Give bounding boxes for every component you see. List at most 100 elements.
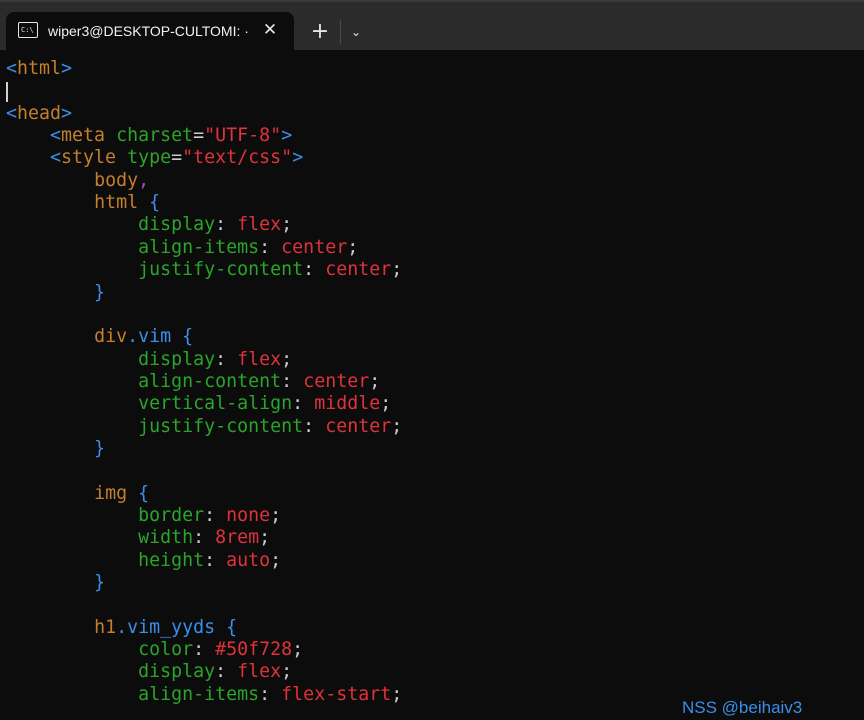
- code-token: ;: [270, 505, 282, 526]
- code-token: {: [215, 616, 238, 638]
- terminal-icon: C:\: [18, 22, 38, 38]
- code-token: display: [138, 661, 216, 683]
- code-token: h1: [94, 616, 117, 638]
- code-token: height: [138, 549, 205, 571]
- code-token: :: [193, 527, 216, 549]
- divider: [340, 20, 341, 44]
- code-token: :: [204, 505, 227, 526]
- code-token: {: [171, 326, 194, 348]
- code-token: :: [259, 683, 282, 705]
- code-token: body: [94, 169, 139, 191]
- code-line: body,: [6, 170, 149, 192]
- code-token: :: [215, 214, 238, 236]
- code-token: flex: [237, 348, 282, 370]
- code-token: align-content: [138, 370, 282, 392]
- code-token: ;: [380, 393, 392, 415]
- code-token: :: [303, 415, 326, 437]
- text-cursor: [6, 82, 8, 102]
- code-token: }: [6, 437, 106, 459]
- code-token: center: [281, 236, 348, 258]
- code-token: display: [138, 348, 216, 370]
- code-token: color: [138, 639, 194, 661]
- code-token: :: [204, 549, 227, 571]
- code-token: justify-content: [138, 415, 304, 437]
- code-token: }: [6, 281, 106, 303]
- code-token: ;: [347, 236, 359, 258]
- code-token: #50f728: [215, 639, 293, 661]
- code-token: head: [17, 102, 62, 124]
- code-token: type: [127, 147, 172, 169]
- code-token: :: [193, 639, 216, 661]
- code-token: >: [61, 102, 73, 124]
- code-line: align-items: flex-start;: [6, 684, 402, 706]
- code-token: align-items: [138, 236, 260, 258]
- code-token: center: [325, 415, 392, 437]
- code-line: justify-content: center;: [6, 259, 402, 281]
- code-token: >: [61, 58, 73, 79]
- code-token: width: [138, 527, 194, 549]
- code-token: html: [94, 192, 139, 214]
- code-line: img {: [6, 483, 149, 505]
- chevron-down-icon[interactable]: ⌄: [345, 18, 367, 46]
- new-tab-button[interactable]: +: [306, 18, 334, 46]
- tab-terminal[interactable]: C:\ wiper3@DESKTOP-CULTOMI: · ✕: [6, 12, 294, 50]
- code-line: <head>: [6, 103, 72, 125]
- code-token: center: [303, 370, 370, 392]
- terminal-output[interactable]: <html> <head> <meta charset="UTF-8"> <sty…: [6, 58, 864, 720]
- code-token: meta: [61, 125, 106, 147]
- code-token: :: [292, 393, 315, 415]
- code-token: charset: [116, 125, 194, 147]
- code-token: <: [6, 147, 62, 169]
- code-token: flex-start: [281, 683, 392, 705]
- code-line: div.vim {: [6, 326, 193, 348]
- code-token: vertical-align: [138, 393, 293, 415]
- code-token: middle: [314, 393, 381, 415]
- code-line: }: [6, 282, 105, 304]
- code-token: style: [61, 147, 117, 169]
- code-token: ;: [391, 683, 403, 705]
- close-icon[interactable]: ✕: [260, 20, 280, 40]
- code-token: :: [303, 259, 326, 281]
- code-line: <meta charset="UTF-8">: [6, 125, 292, 147]
- code-token: ;: [391, 415, 403, 437]
- code-token: {: [138, 192, 161, 214]
- code-token: =: [171, 147, 183, 169]
- code-line: display: flex;: [6, 214, 292, 236]
- code-token: >: [281, 125, 293, 147]
- code-token: =: [193, 125, 205, 147]
- code-token: ;: [281, 661, 293, 683]
- code-token: ;: [281, 214, 293, 236]
- code-token: img: [94, 482, 128, 504]
- code-token: justify-content: [138, 259, 304, 281]
- code-token: "UTF-8": [204, 125, 282, 147]
- code-token: html: [17, 58, 62, 79]
- code-token: align-items: [138, 683, 260, 705]
- code-line: border: none;: [6, 505, 281, 527]
- code-token: >: [292, 147, 304, 169]
- code-line: display: flex;: [6, 661, 292, 683]
- code-token: ;: [292, 639, 304, 661]
- code-token: <: [6, 58, 18, 79]
- watermark: NSS @beihaiv3: [682, 698, 803, 717]
- tab-title: wiper3@DESKTOP-CULTOMI: ·: [48, 23, 248, 39]
- code-token: div: [94, 326, 128, 348]
- code-token: :: [215, 348, 238, 370]
- code-token: "text/css": [182, 147, 293, 169]
